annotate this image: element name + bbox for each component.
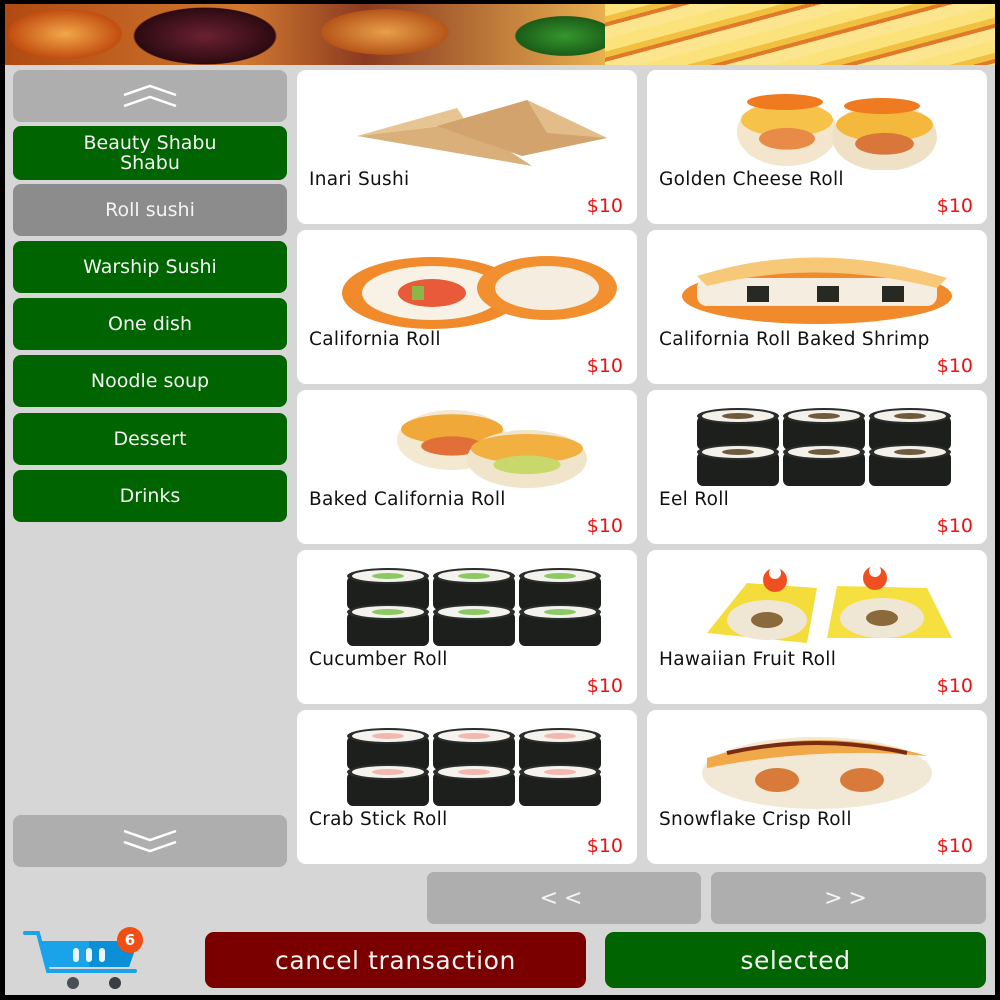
category-button-one-dish[interactable]: One dish xyxy=(13,298,287,350)
product-price: $10 xyxy=(586,195,623,217)
cancel-transaction-button[interactable]: cancel transaction xyxy=(205,932,586,988)
inari-sushi-image xyxy=(317,78,617,170)
product-price: $10 xyxy=(936,355,973,377)
category-button-beauty-shabu-shabu[interactable]: Beauty Shabu Shabu xyxy=(13,126,287,180)
product-card-california-roll[interactable]: California Roll $10 xyxy=(297,230,637,384)
category-label: Noodle soup xyxy=(90,370,210,392)
product-card-inari-sushi[interactable]: Inari Sushi $10 xyxy=(297,70,637,224)
product-card-baked-california-roll[interactable]: Baked California Roll $10 xyxy=(297,390,637,544)
product-name: Eel Roll xyxy=(659,489,730,510)
product-price: $10 xyxy=(586,675,623,697)
food-banner xyxy=(5,4,995,65)
category-scroll-up-button[interactable] xyxy=(13,70,287,122)
category-label: Dessert xyxy=(113,428,187,450)
selected-button[interactable]: selected xyxy=(605,932,986,988)
product-name: Inari Sushi xyxy=(309,169,410,190)
category-label: Roll sushi xyxy=(105,199,195,221)
product-price: $10 xyxy=(586,515,623,537)
product-price: $10 xyxy=(586,355,623,377)
product-name: Baked California Roll xyxy=(309,489,506,510)
product-name: Cucumber Roll xyxy=(309,649,448,670)
california-roll-image xyxy=(317,238,617,330)
banner-photo-left xyxy=(5,4,605,65)
double-chevron-up-icon xyxy=(123,84,177,108)
baked-california-roll-image xyxy=(317,398,617,490)
product-card-golden-cheese-roll[interactable]: Golden Cheese Roll $10 xyxy=(647,70,987,224)
product-name: Snowflake Crisp Roll xyxy=(659,809,852,830)
hawaiian-fruit-roll-image xyxy=(667,558,967,650)
product-price: $10 xyxy=(936,675,973,697)
product-card-crab-stick-roll[interactable]: Crab Stick Roll $10 xyxy=(297,710,637,864)
golden-cheese-roll-image xyxy=(667,78,967,170)
product-card-california-roll-baked-shrimp[interactable]: California Roll Baked Shrimp $10 xyxy=(647,230,987,384)
product-card-hawaiian-fruit-roll[interactable]: Hawaiian Fruit Roll $10 xyxy=(647,550,987,704)
eel-roll-image xyxy=(667,398,967,490)
shopping-cart-icon: 6 xyxy=(23,927,143,989)
category-label: Drinks xyxy=(119,485,181,507)
product-name: California Roll xyxy=(309,329,441,350)
cart-button[interactable]: 6 xyxy=(23,926,145,992)
category-button-warship-sushi[interactable]: Warship Sushi xyxy=(13,241,287,293)
product-card-snowflake-crisp-roll[interactable]: Snowflake Crisp Roll $10 xyxy=(647,710,987,864)
category-scroll-down-button[interactable] xyxy=(13,815,287,867)
next-page-button[interactable]: >> xyxy=(711,872,986,924)
product-name: California Roll Baked Shrimp xyxy=(659,329,930,350)
category-button-drinks[interactable]: Drinks xyxy=(13,470,287,522)
pos-screen: << >> 6 cancel transaction selected Beau… xyxy=(5,4,995,995)
category-button-roll-sushi[interactable]: Roll sushi xyxy=(13,184,287,236)
cucumber-roll-image xyxy=(317,558,617,650)
product-price: $10 xyxy=(936,515,973,537)
double-chevron-down-icon xyxy=(123,829,177,853)
category-label: Warship Sushi xyxy=(83,256,217,278)
category-button-noodle-soup[interactable]: Noodle soup xyxy=(13,355,287,407)
category-label: Beauty Shabu Shabu xyxy=(83,132,217,174)
product-name: Crab Stick Roll xyxy=(309,809,448,830)
product-price: $10 xyxy=(586,835,623,857)
cart-count: 6 xyxy=(125,931,135,949)
category-label: One dish xyxy=(107,313,192,335)
product-name: Golden Cheese Roll xyxy=(659,169,844,190)
product-name: Hawaiian Fruit Roll xyxy=(659,649,837,670)
banner-photo-right xyxy=(605,4,995,65)
crab-stick-roll-image xyxy=(317,718,617,810)
cart-count-badge: 6 xyxy=(117,927,143,953)
prev-page-button[interactable]: << xyxy=(427,872,701,924)
product-card-eel-roll[interactable]: Eel Roll $10 xyxy=(647,390,987,544)
category-button-dessert[interactable]: Dessert xyxy=(13,413,287,465)
product-price: $10 xyxy=(936,835,973,857)
snowflake-crisp-roll-image xyxy=(667,718,967,810)
california-roll-baked-shrimp-image xyxy=(667,238,967,330)
product-price: $10 xyxy=(936,195,973,217)
product-card-cucumber-roll[interactable]: Cucumber Roll $10 xyxy=(297,550,637,704)
